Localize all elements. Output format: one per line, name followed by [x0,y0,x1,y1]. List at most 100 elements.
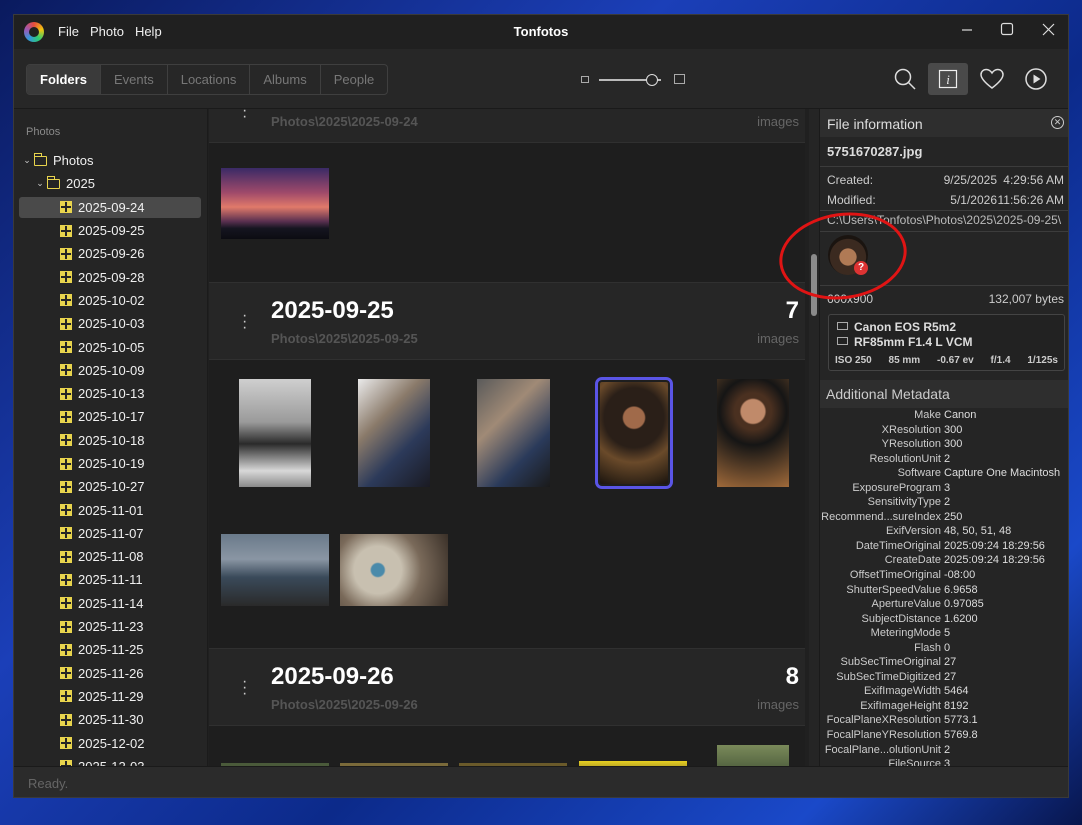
tree-item-2025-11-14[interactable]: 2025-11-14 [14,592,207,615]
scrollbar-thumb[interactable] [811,254,817,316]
close-icon[interactable] [1036,21,1060,43]
metadata-value: 5773.1 [944,714,978,727]
metadata-row: MeteringMode 5 [820,627,1068,642]
file-path[interactable]: C:\Users\Tonfotos\Photos\2025\2025-09-25… [827,213,1061,227]
tree-item-2025-12-03[interactable]: 2025-12-03 [14,755,207,766]
tree-item-2025-11-01[interactable]: 2025-11-01 [14,498,207,521]
tree-item-2025-11-29[interactable]: 2025-11-29 [14,685,207,708]
sidebar-title: Photos [26,126,61,138]
tab-folders[interactable]: Folders [27,65,101,94]
minimize-icon[interactable] [955,21,979,43]
group-header-2025-09-26[interactable]: · · · 2025-09-26 Photos\2025\2025-09-26 8 … [209,648,805,726]
metadata-row: OffsetTimeOriginal -08:00 [820,569,1068,584]
photo-thumbnail[interactable] [717,745,789,766]
tree-item-2025-11-08[interactable]: 2025-11-08 [14,545,207,568]
group-count: 8 [785,663,799,690]
photo-thumbnail-cat-closeup[interactable] [340,534,448,606]
metadata-key: FocalPlaneXResolution [826,714,941,727]
tab-locations[interactable]: Locations [168,65,251,94]
photo-grid-icon [60,643,72,656]
search-button[interactable] [885,63,925,95]
tree-item-2025-10-13[interactable]: 2025-10-13 [14,382,207,405]
camera-icon [837,322,848,330]
tree-item-2025-10-17[interactable]: 2025-10-17 [14,405,207,428]
tree-item-2025-10-27[interactable]: 2025-10-27 [14,475,207,498]
tab-albums[interactable]: Albums [250,65,321,94]
unknown-person-badge[interactable]: ? [854,261,868,275]
photo-grid-icon [60,667,72,680]
tree-label: 2025-11-23 [78,619,144,635]
tree-item-2025-10-05[interactable]: 2025-10-05 [14,335,207,358]
metadata-row: DateTimeOriginal 2025:09:24 18:29:56 [820,540,1068,555]
photo-thumbnail-pilot-2[interactable] [477,379,550,487]
tree-label: 2025-11-01 [78,502,144,518]
metadata-row: SensitivityType 2 [820,496,1068,511]
tree-item-2025-11-30[interactable]: 2025-11-30 [14,708,207,731]
tree-item-2025[interactable]: ⌄ 2025 [14,172,207,195]
tab-events[interactable]: Events [101,65,168,94]
metadata-key: SubSecTimeOriginal [840,656,941,669]
tree-item-2025-11-11[interactable]: 2025-11-11 [14,568,207,591]
photo-thumbnail-city[interactable] [221,534,329,606]
metadata-row: ExifImageWidth 5464 [820,685,1068,700]
small-image-icon [581,76,589,83]
photo-thumbnail-pilot-1[interactable] [358,379,430,487]
created-row: Created: 9/25/2025 4:29:56 AM [827,173,1064,187]
metadata-key: XResolution [881,423,941,436]
maximize-icon[interactable] [995,21,1019,43]
tree-item-photos[interactable]: ⌄ Photos [14,149,207,172]
metadata-key: FocalPlaneYResolution [826,729,941,742]
metadata-value: Capture One Macintosh [944,467,1061,480]
view-tabs: Folders Events Locations Albums People [26,64,389,95]
group-header-2025-09-24[interactable]: Photos\2025\2025-09-24 images · · [209,109,805,143]
more-options-icon[interactable]: · · [242,109,247,125]
aperture-value: f/1.4 [990,355,1011,366]
metadata-row: FocalPlaneYResolution 5769.8 [820,729,1068,744]
gallery-scrollbar[interactable] [809,109,819,766]
tree-item-2025-09-25[interactable]: 2025-09-25 [14,219,207,242]
metadata-key: ApertureValue [871,598,941,611]
photo-thumbnail-man-portrait[interactable] [717,379,789,487]
metadata-value: 2025:09:24 18:29:56 [944,554,1045,567]
group-header-2025-09-25[interactable]: · · · 2025-09-25 Photos\2025\2025-09-25 7 … [209,282,805,360]
chevron-down-icon[interactable]: ⌄ [35,178,45,189]
more-options-icon[interactable]: · · · [242,674,247,702]
tree-item-2025-12-02[interactable]: 2025-12-02 [14,731,207,754]
photo-grid-icon [60,480,72,493]
tree-label: 2025-12-02 [78,735,145,751]
tree-item-2025-11-23[interactable]: 2025-11-23 [14,615,207,638]
slideshow-button[interactable] [1016,63,1056,95]
status-text: Ready. [28,776,69,791]
slider-knob[interactable] [645,74,658,86]
tree-item-2025-11-25[interactable]: 2025-11-25 [14,638,207,661]
additional-metadata-header[interactable]: Additional Metadata [820,380,1068,408]
metadata-row: YResolution 300 [820,438,1068,453]
chevron-down-icon[interactable]: ⌄ [22,155,32,166]
thumbnail-size-slider[interactable] [581,73,691,87]
metadata-row: FocalPlane...olutionUnit 2 [820,744,1068,759]
metadata-key: CreateDate [884,554,941,567]
photo-thumbnail-cat-window[interactable] [239,379,311,487]
close-panel-icon[interactable]: ✕ [1051,116,1064,129]
photo-thumbnail-photographer-selected[interactable] [595,377,673,489]
tree-item-2025-09-28[interactable]: 2025-09-28 [14,265,207,288]
tree-label: 2025-10-17 [78,409,145,425]
tree-label: 2025 [66,176,95,192]
tree-item-2025-10-18[interactable]: 2025-10-18 [14,429,207,452]
favorites-button[interactable] [972,63,1012,95]
tab-people[interactable]: People [321,65,387,94]
photo-thumbnail-sunset[interactable] [221,168,329,239]
tree-item-2025-09-26[interactable]: 2025-09-26 [14,242,207,265]
tree-item-2025-11-07[interactable]: 2025-11-07 [14,522,207,545]
tree-item-2025-10-02[interactable]: 2025-10-02 [14,289,207,312]
tree-label: 2025-11-14 [78,595,144,611]
more-options-icon[interactable]: · · · [242,308,247,336]
tree-item-2025-11-26[interactable]: 2025-11-26 [14,662,207,685]
metadata-row: SubSecTimeOriginal 27 [820,656,1068,671]
tree-item-2025-10-03[interactable]: 2025-10-03 [14,312,207,335]
tree-item-2025-10-19[interactable]: 2025-10-19 [14,452,207,475]
divider [820,166,1068,167]
tree-item-2025-09-24[interactable]: 2025-09-24 [14,196,207,219]
tree-item-2025-10-09[interactable]: 2025-10-09 [14,359,207,382]
info-button[interactable]: i [928,63,968,95]
